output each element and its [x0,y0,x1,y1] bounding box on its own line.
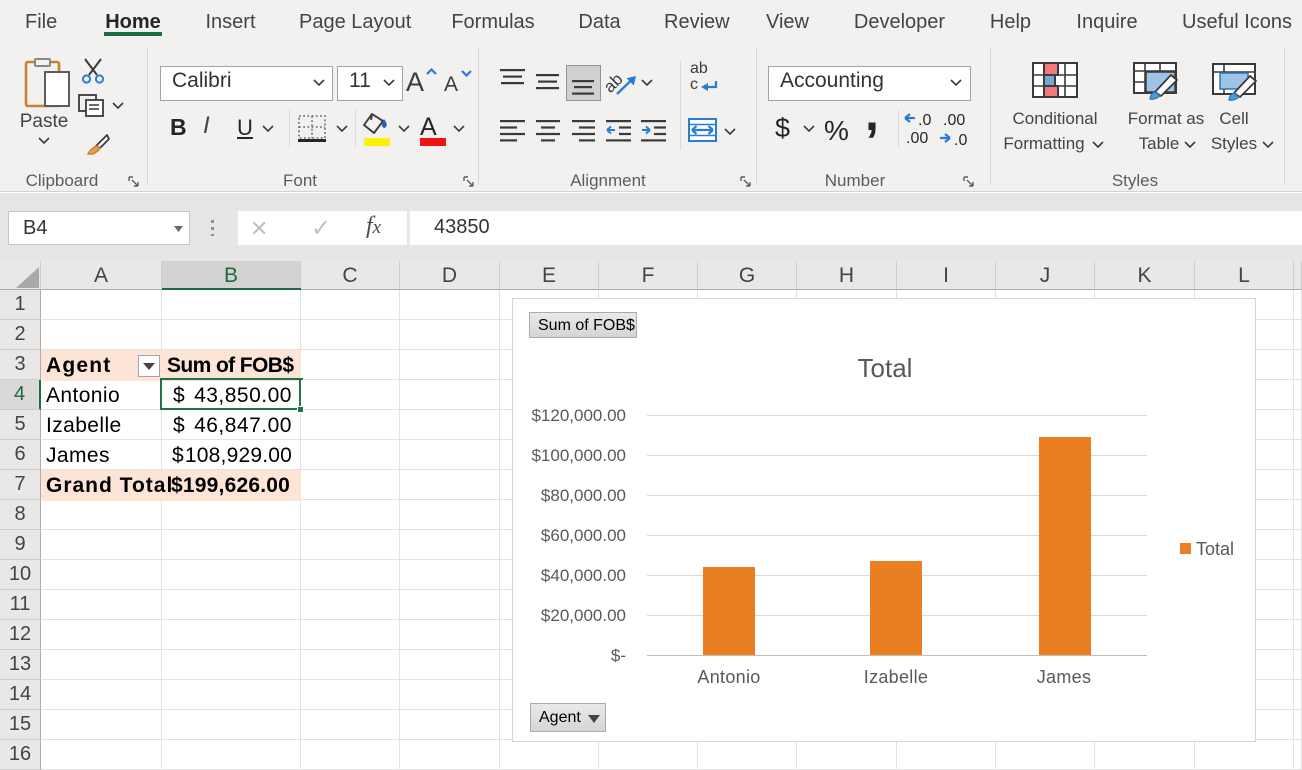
svg-text:.0: .0 [954,132,967,146]
svg-text:.00: .00 [906,130,928,146]
svg-text:.00: .00 [943,112,965,129]
svg-text:A: A [420,113,437,138]
svg-text:.0: .0 [918,112,931,129]
svg-text:,: , [865,112,879,141]
